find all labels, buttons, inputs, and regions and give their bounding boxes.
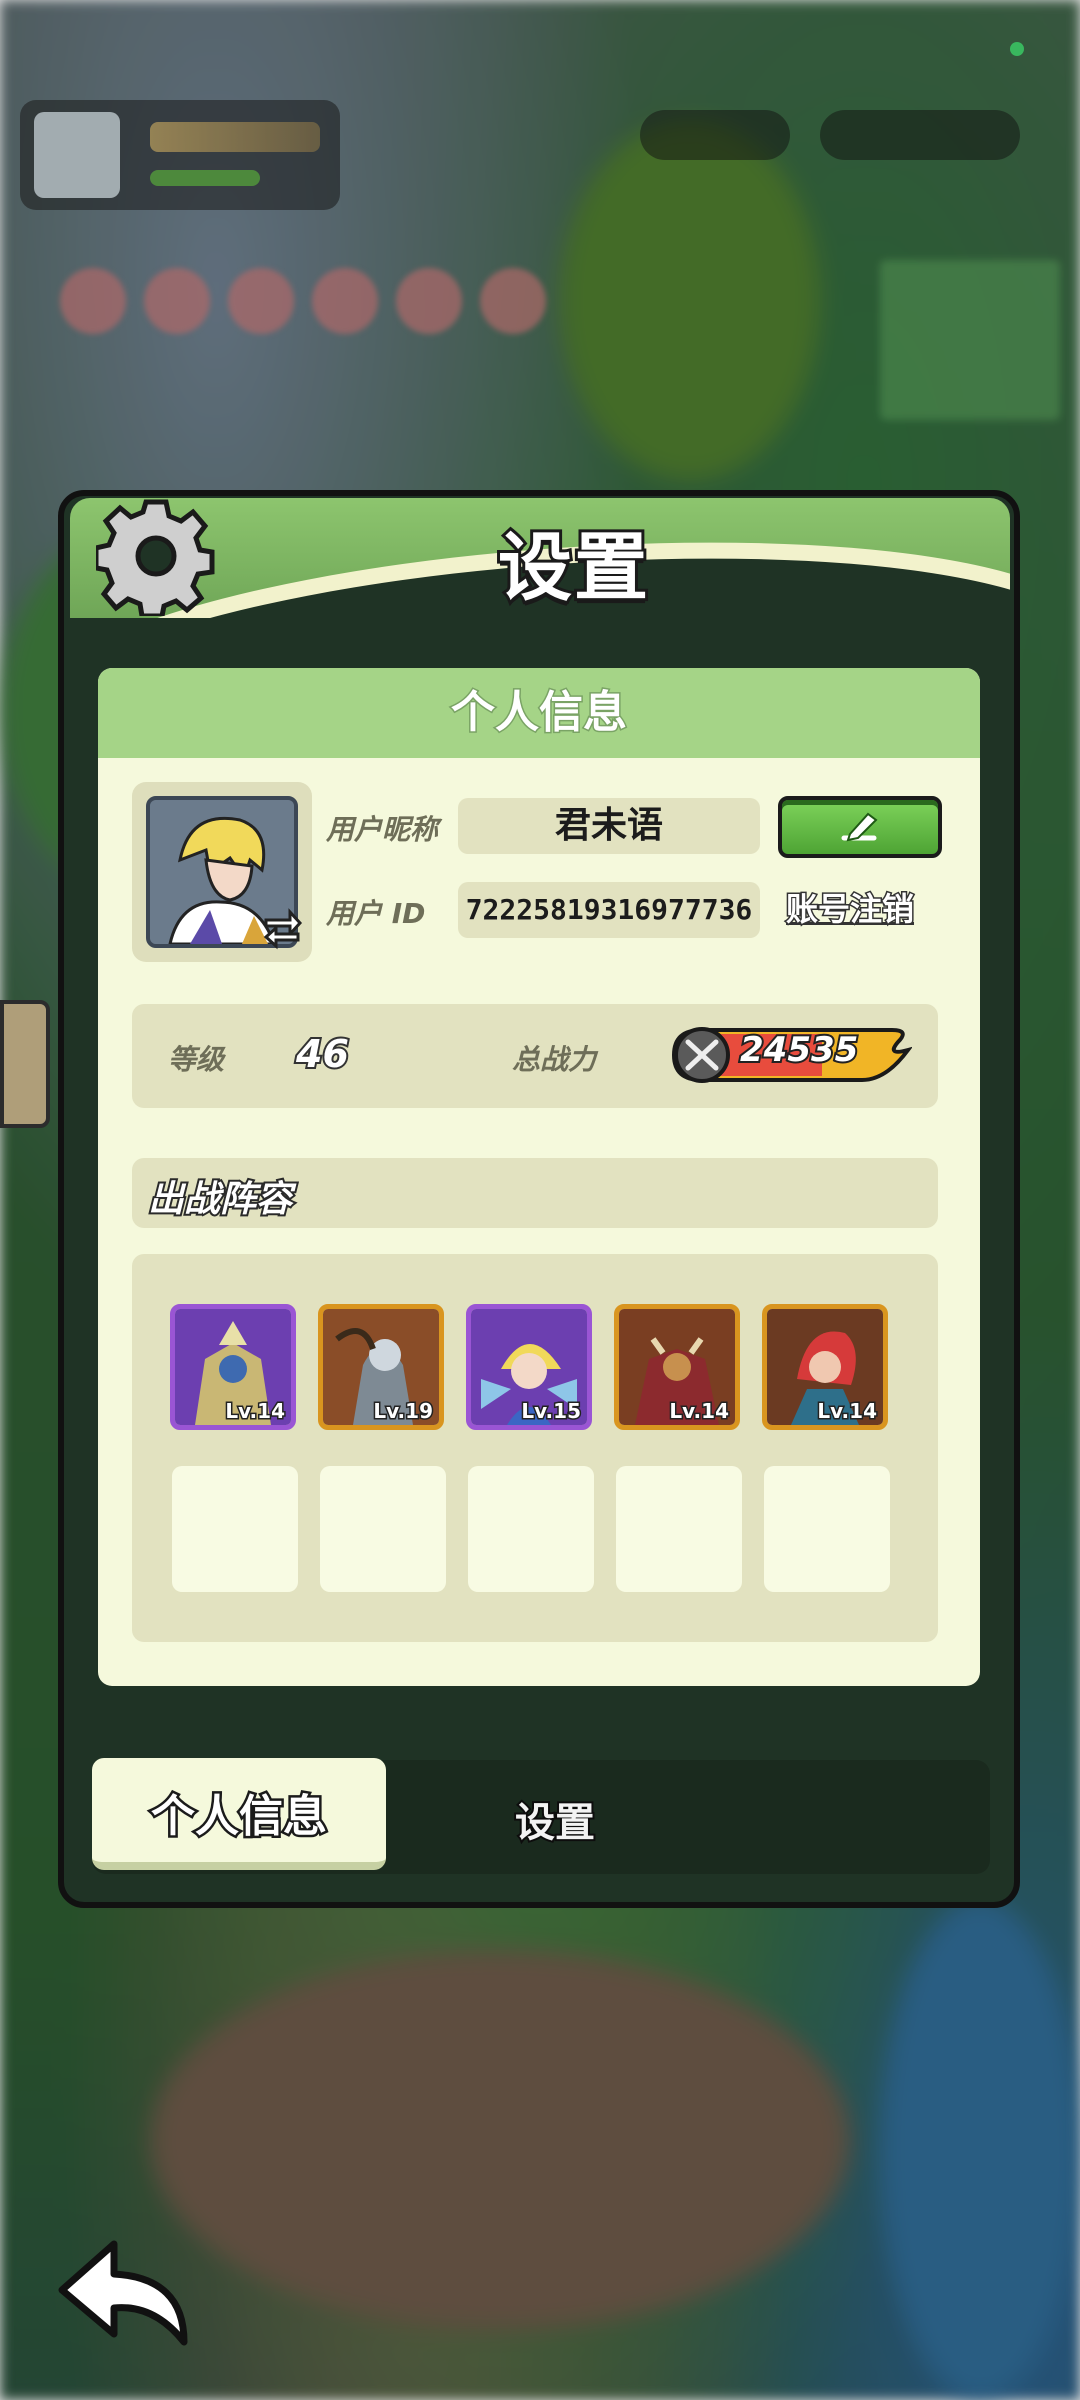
level-value: 46 (294, 1030, 351, 1078)
back-arrow-icon[interactable] (54, 2234, 204, 2354)
cancel-account-link[interactable]: 账号注销 (784, 884, 915, 930)
pencil-icon (841, 812, 878, 842)
profile-card: 个人信息 用户昵称 君未语 用户 ID 72225819316977736 账号… (98, 668, 980, 1686)
hero-level: Lv.14 (224, 1398, 287, 1425)
nickname-label: 用户昵称 (326, 813, 439, 846)
avatar-frame[interactable] (132, 782, 312, 962)
empty-slot[interactable] (764, 1466, 890, 1592)
tab-personal-info[interactable]: 个人信息 (92, 1758, 386, 1870)
power-value: 24535 (738, 1028, 860, 1072)
hero-slot-4[interactable]: Lv.14 (614, 1304, 740, 1430)
level-label: 等级 (168, 1043, 225, 1076)
lineup-header: 出战阵容 (132, 1158, 938, 1228)
tab-label: 个人信息 (149, 1789, 330, 1845)
power-label: 总战力 (512, 1043, 597, 1076)
hero-level: Lv.14 (668, 1398, 731, 1425)
empty-slot[interactable] (172, 1466, 298, 1592)
lineup-grid: Lv.14 Lv.19 Lv.15 Lv.14 Lv.14 (132, 1254, 938, 1642)
gear-icon (96, 499, 215, 616)
user-id-value: 72225819316977736 (458, 882, 760, 938)
hero-slot-1[interactable]: Lv.14 (170, 1304, 296, 1430)
stats-row: 等级 46 总战力 24535 (132, 1004, 938, 1108)
hero-level: Lv.15 (520, 1398, 583, 1425)
hero-level: Lv.14 (816, 1398, 879, 1425)
empty-slot[interactable] (468, 1466, 594, 1592)
lineup-title: 出战阵容 (146, 1177, 294, 1222)
hero-level: Lv.19 (372, 1398, 435, 1425)
nickname-value: 君未语 (458, 798, 760, 854)
empty-slot[interactable] (320, 1466, 446, 1592)
hero-slot-3[interactable]: Lv.15 (466, 1304, 592, 1430)
edit-nickname-button[interactable] (778, 796, 942, 858)
hero-slot-5[interactable]: Lv.14 (762, 1304, 888, 1430)
swap-arrows-icon[interactable] (260, 906, 304, 950)
empty-slot[interactable] (616, 1466, 742, 1592)
section-title: 个人信息 (98, 668, 980, 758)
id-label: 用户 ID (326, 897, 426, 930)
hero-slot-2[interactable]: Lv.19 (318, 1304, 444, 1430)
dialog-title: 设置 (495, 522, 651, 614)
tab-settings[interactable]: 设置 (480, 1790, 630, 1848)
